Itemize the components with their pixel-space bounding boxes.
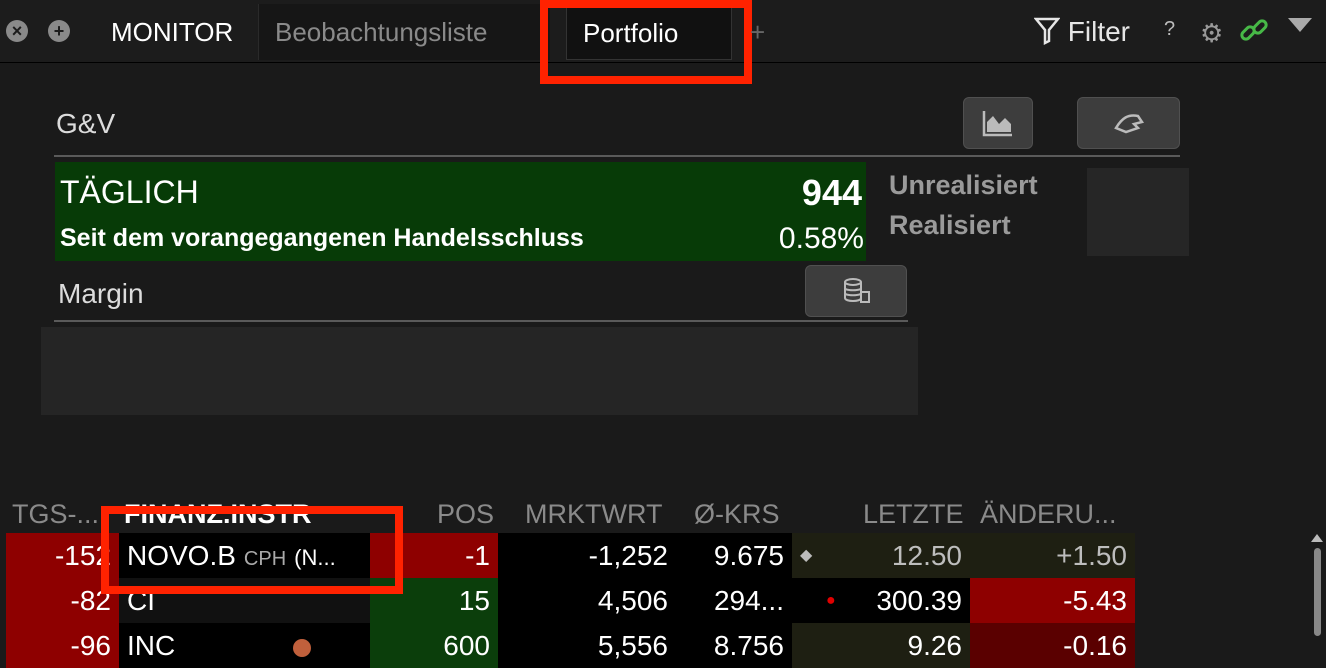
row2-market-value: 4,506 — [498, 578, 676, 623]
daily-value: 944 — [801, 172, 862, 213]
pnl-divider — [54, 155, 1180, 157]
row1-avg-price: 9.675 — [676, 533, 792, 578]
row1-market-value: -1,252 — [498, 533, 676, 578]
since-close-percent: 0.58% — [778, 222, 864, 255]
col-header-position[interactable]: POS — [437, 498, 494, 530]
filter-label: Filter — [1067, 16, 1131, 47]
margin-divider — [54, 320, 908, 322]
row3-instrument[interactable]: INC — [119, 623, 370, 668]
unrealized-label: Unrealisiert — [889, 170, 1038, 200]
row1-last-value: 12.50 — [891, 540, 962, 571]
col-header-avg-price[interactable]: Ø-KRS — [694, 498, 780, 530]
realized-values-box — [1087, 168, 1189, 256]
daily-label: TÄGLICH — [60, 174, 199, 210]
help-icon[interactable]: ? — [1164, 18, 1175, 41]
row3-last: 9.26 — [792, 623, 970, 668]
col-header-last[interactable]: LETZTE — [863, 498, 964, 530]
filter-icon — [1033, 17, 1061, 46]
row3-avg-price: 8.756 — [676, 623, 792, 668]
highlight-portfolio-tab — [540, 0, 752, 84]
col-header-daily-pnl[interactable]: TGS-... — [12, 498, 99, 530]
margin-content-area — [41, 327, 918, 415]
row2-avg-price: 294... — [676, 578, 792, 623]
chevron-down-icon[interactable] — [1288, 18, 1312, 32]
tab-watchlist[interactable]: Beobachtungsliste — [258, 4, 550, 60]
realized-label: Realisiert — [889, 210, 1011, 240]
link-icon[interactable] — [1238, 14, 1270, 53]
highlight-instrument-cell — [101, 506, 403, 594]
row3-daily-pnl: -96 — [6, 623, 119, 668]
row1-change: +1.50 — [970, 533, 1135, 578]
margin-label: Margin — [58, 278, 144, 309]
pnl-section-label: G&V — [56, 108, 116, 139]
col-header-change[interactable]: ÄNDERU... — [980, 498, 1117, 530]
scrollbar-thumb[interactable] — [1314, 548, 1321, 636]
hand-icon — [1113, 114, 1144, 134]
row1-last: ◆ 12.50 — [792, 533, 970, 578]
row2-last-value: 300.39 — [876, 585, 962, 616]
area-chart-icon — [982, 111, 1012, 137]
row2-last-marker: ● — [826, 592, 836, 609]
link-glyph-icon — [1240, 19, 1268, 41]
row3-news-icon[interactable] — [293, 638, 312, 657]
margin-coins-button[interactable] — [805, 265, 907, 317]
coins-icon — [844, 278, 870, 303]
row2-last: ● 300.39 — [792, 578, 970, 623]
since-close-label: Seit dem vorangegangenen Handelsschluss — [60, 224, 584, 252]
col-header-market-value[interactable]: MRKTWRT — [525, 498, 662, 530]
filter-button[interactable]: Filter — [1033, 12, 1131, 52]
row2-change: -5.43 — [970, 578, 1135, 623]
row1-last-marker: ◆ — [800, 547, 813, 564]
scroll-up-arrow-icon[interactable] — [1311, 534, 1323, 542]
row3-market-value: 5,556 — [498, 623, 676, 668]
gear-icon[interactable]: ⚙ — [1200, 18, 1223, 49]
tab-monitor[interactable]: MONITOR — [95, 4, 245, 60]
chart-button[interactable] — [963, 97, 1033, 149]
row3-symbol: INC — [127, 630, 176, 661]
row3-position: 600 — [370, 623, 498, 668]
row3-change: -0.16 — [970, 623, 1135, 668]
close-window-icon[interactable]: × — [6, 20, 28, 42]
hand-button[interactable] — [1077, 97, 1180, 149]
add-tab-button[interactable]: + — [750, 4, 765, 60]
add-window-icon[interactable]: + — [48, 20, 70, 42]
